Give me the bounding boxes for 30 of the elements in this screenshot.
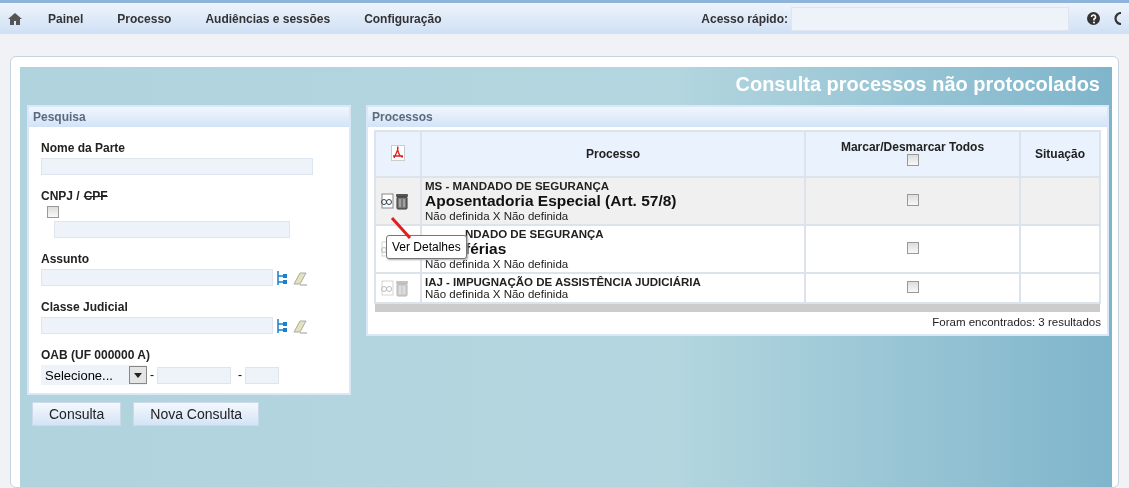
column-header: Situação — [1020, 131, 1100, 177]
search-button[interactable]: Consulta — [32, 402, 122, 426]
field-label: Nome da Parte — [41, 141, 127, 155]
results-count: Foram encontrados: 3 resultados — [931, 315, 1102, 330]
nav-link[interactable]: Processo — [117, 11, 172, 26]
column-header: Processo — [421, 131, 805, 177]
separator: - — [238, 368, 242, 382]
nav-link[interactable]: Painel — [48, 11, 84, 26]
nav-link[interactable]: Configuração — [364, 11, 442, 26]
process-parties: Não definida X Não definida — [425, 288, 570, 300]
process-subject: Aposentadoria Especial (Art. 57/8) — [425, 192, 677, 210]
field-label: CNPJ / — [41, 189, 80, 203]
column-header: Marcar/Desmarcar Todos — [839, 139, 986, 154]
nav-link[interactable]: Audiências e sessões — [205, 11, 331, 26]
separator: - — [150, 368, 154, 382]
process-class: IAJ - IMPUGNAÇÃO DE ASSISTÊNCIA JUDICIÁRIA — [425, 276, 701, 288]
quick-access-label: Acesso rápido: — [701, 11, 788, 26]
field-label: OAB (UF 000000 A) — [41, 348, 151, 362]
process-parties: Não definida X Não definida — [425, 210, 570, 222]
field-label: Assunto — [41, 252, 90, 266]
process-class: MS - MANDADO DE SEGURANÇA — [425, 180, 609, 192]
page-title: Consulta processos não protocolados — [734, 72, 1100, 97]
panel-header: Pesquisa — [29, 107, 349, 127]
search-button[interactable]: Nova Consulta — [133, 402, 260, 426]
struck-label: CPF — [83, 189, 108, 203]
dropdown[interactable]: Selecione... — [41, 365, 147, 385]
panel-header: Processos — [368, 107, 1107, 127]
process-class: NDADO DE SEGURANÇA — [465, 228, 604, 240]
field-label: Classe Judicial — [41, 300, 129, 314]
process-parties: Não definida X Não definida — [425, 258, 570, 270]
